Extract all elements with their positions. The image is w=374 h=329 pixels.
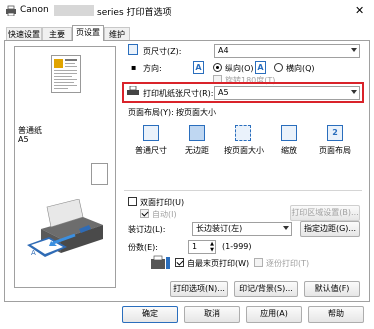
stamp-background-button[interactable]: 印记/背景(S)... [234,281,298,297]
page-size-label: 页尺寸(Z): [143,47,182,56]
layout-page-layout[interactable]: 2 页面布局 [316,125,354,156]
copies-range: (1-999) [222,242,252,251]
window-title-suffix: series 打印首选项 [97,8,172,18]
copies-stack-icon [150,255,172,271]
landscape-icon: A [255,61,266,74]
help-button[interactable]: 帮助 [308,306,364,323]
layout-scaled[interactable]: 缩放 [270,125,308,156]
page-layout-icon: 2 [327,125,343,141]
document-thumbnail-icon [54,59,77,89]
duplex-label: 双面打印(U) [140,198,185,207]
svg-text:A: A [31,249,36,257]
tab-quick-setup[interactable]: 快速设置 [6,27,42,41]
scaled-icon [281,125,297,141]
page-layout-current: 按页面大小 [176,108,216,117]
printer-paper-size-select[interactable]: A5 [214,86,360,100]
fit-to-page-icon [235,125,251,141]
preview-panel: 普通纸 A5 A [14,46,116,288]
specify-margin-button[interactable]: 指定边距(G)... [300,221,360,237]
collate-checkbox[interactable] [254,258,263,267]
paper-source-preview [91,163,108,185]
apply-button[interactable]: 应用(A) [246,306,302,323]
ok-button[interactable]: 确定 [122,306,178,323]
copies-spin-down-icon[interactable]: ▼ [210,247,214,253]
portrait-radio[interactable] [213,63,222,72]
layout-borderless[interactable]: 无边距 [178,125,216,156]
stapling-side-select[interactable]: 长边装订(左) [192,222,292,236]
page-size-select[interactable]: A4 [214,44,360,58]
normal-size-icon [143,125,159,141]
print-options-button[interactable]: 打印选项(N)... [170,281,228,297]
title-bar: Canon series 打印首选项 ✕ [0,0,374,22]
divider [124,190,362,191]
print-from-last-page-label: 自最末页打印(W) [187,259,250,268]
collate-label: 逐份打印(T) [266,259,310,268]
printer-illustration-icon: A [23,198,111,259]
page-layout-label: 页面布局(Y): [128,108,174,117]
layout-fit-to-page[interactable]: 按页面大小 [224,125,264,156]
printer-model-redacted [54,5,94,16]
preview-paper-size: A5 [18,135,29,144]
borderless-icon [189,125,205,141]
tab-main[interactable]: 主要 [42,27,72,41]
print-area-setup-button[interactable]: 打印区域设置(B)... [290,205,360,221]
page-size-icon [128,44,138,55]
stapling-side-label: 装订边(L): [128,225,166,234]
defaults-button[interactable]: 默认值(F) [304,281,360,297]
cancel-button[interactable]: 取消 [184,306,240,323]
landscape-label: 横向(Q) [286,64,315,73]
portrait-label: 纵向(O) [225,64,254,73]
auto-duplex-label: 自动(I) [152,210,177,219]
window-title-prefix: Canon [20,5,49,15]
layout-normal-size[interactable]: 普通尺寸 [132,125,170,156]
copies-input[interactable]: 1 ▲ ▼ [188,240,216,254]
duplex-checkbox[interactable] [128,197,137,206]
orientation-label: 方向: [143,64,162,73]
auto-duplex-checkbox[interactable] [140,209,149,218]
copies-label: 份数(E): [128,243,158,252]
close-icon[interactable]: ✕ [355,4,364,17]
landscape-radio[interactable] [274,63,283,72]
portrait-icon: A [193,61,204,74]
print-from-last-page-checkbox[interactable] [175,258,184,267]
printer-paper-size-icon [127,85,139,97]
orientation-bullet: ▪ [131,63,137,72]
tab-maintenance[interactable]: 维护 [104,27,130,41]
tab-page-setup[interactable]: 页设置 [72,25,104,41]
printer-paper-size-label: 打印机纸张尺寸(R): [143,89,214,98]
printer-app-icon [5,5,17,17]
page-preview [51,55,81,93]
